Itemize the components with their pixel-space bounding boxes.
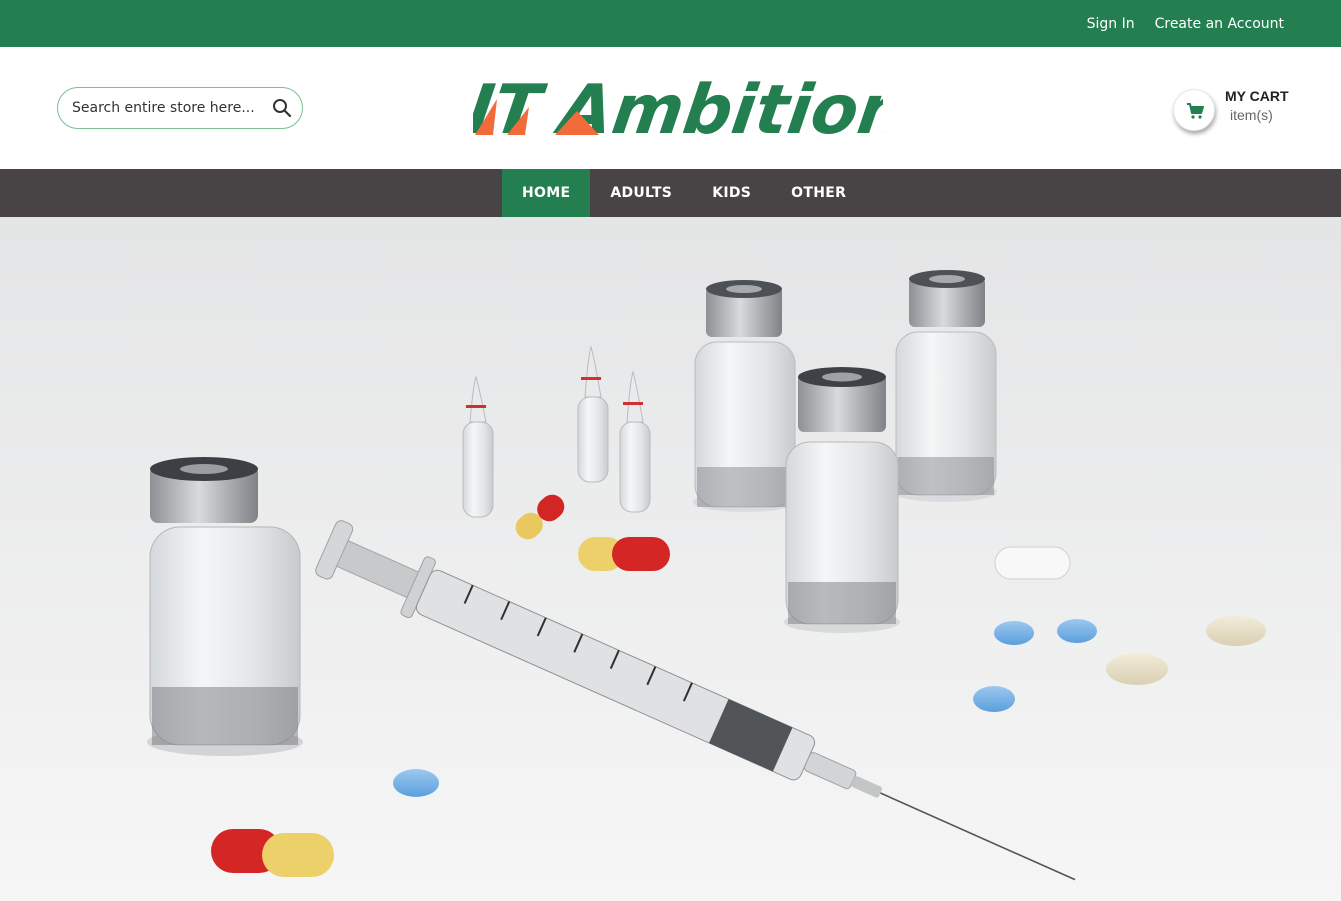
search-box bbox=[57, 87, 303, 129]
hero-image bbox=[0, 217, 1341, 901]
search-icon[interactable] bbox=[272, 98, 292, 118]
svg-text:Ambition: Ambition bbox=[550, 77, 883, 141]
shopping-cart-icon bbox=[1187, 103, 1204, 119]
site-header: IT Ambition MY CART item(s) bbox=[0, 47, 1341, 169]
main-navigation: HOME ADULTS KIDS OTHER bbox=[0, 169, 1341, 217]
search-input[interactable] bbox=[72, 97, 262, 119]
vial-middle bbox=[784, 367, 900, 633]
nav-item-adults[interactable]: ADULTS bbox=[590, 169, 692, 217]
nav-item-other[interactable]: OTHER bbox=[771, 169, 866, 217]
capsule-3 bbox=[211, 829, 334, 877]
sign-in-link[interactable]: Sign In bbox=[1087, 16, 1135, 32]
hero-banner[interactable] bbox=[0, 217, 1341, 901]
nav-item-kids[interactable]: KIDS bbox=[692, 169, 771, 217]
top-bar: Sign In Create an Account bbox=[0, 0, 1341, 47]
vial-back-left bbox=[693, 280, 797, 512]
cart-title: MY CART bbox=[1225, 88, 1289, 104]
site-logo[interactable]: IT Ambition bbox=[463, 71, 912, 150]
cart-button[interactable] bbox=[1173, 89, 1215, 131]
capsule-2 bbox=[578, 537, 670, 571]
mini-cart[interactable]: MY CART item(s) bbox=[1173, 87, 1303, 133]
account-links: Sign In Create an Account bbox=[1087, 0, 1284, 47]
create-account-link[interactable]: Create an Account bbox=[1155, 16, 1284, 32]
nav-item-home[interactable]: HOME bbox=[502, 169, 591, 217]
cart-item-count: item(s) bbox=[1230, 107, 1273, 123]
